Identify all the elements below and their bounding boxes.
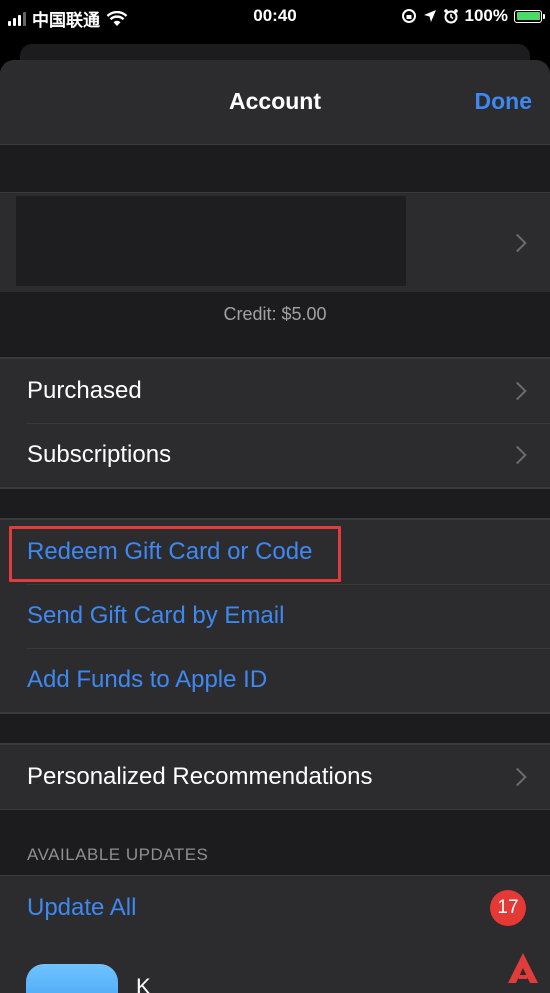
purchases-group: Purchased Subscriptions	[0, 358, 550, 488]
orientation-lock-icon	[401, 9, 416, 23]
alarm-icon	[443, 9, 458, 24]
send-gift-card-row[interactable]: Send Gift Card by Email	[0, 584, 550, 648]
chevron-right-icon	[508, 767, 527, 787]
location-icon	[423, 10, 436, 22]
add-funds-row[interactable]: Add Funds to Apple ID	[0, 648, 550, 712]
navigation-bar: Account Done	[0, 60, 550, 145]
update-all-label: Update All	[27, 894, 137, 921]
redeem-gift-card-row[interactable]: Redeem Gift Card or Code	[0, 520, 550, 584]
subscriptions-row[interactable]: Subscriptions	[0, 423, 550, 487]
app-name: K	[136, 974, 151, 993]
app-update-row[interactable]: K	[0, 940, 550, 993]
purchased-label: Purchased	[27, 377, 142, 404]
gift-card-group: Redeem Gift Card or Code Send Gift Card …	[0, 519, 550, 713]
update-all-row[interactable]: Update All 17	[0, 876, 550, 940]
account-profile-row[interactable]	[0, 193, 550, 292]
chevron-right-icon	[508, 381, 527, 401]
section-spacer	[0, 488, 550, 519]
chevron-right-icon	[508, 445, 527, 465]
section-spacer	[0, 713, 550, 744]
section-spacer	[0, 145, 550, 193]
app-icon	[26, 964, 118, 993]
chevron-right-icon	[508, 233, 527, 252]
done-button[interactable]: Done	[475, 88, 533, 115]
credit-section: Credit: $5.00	[0, 292, 550, 358]
personalized-recommendations-label: Personalized Recommendations	[27, 763, 373, 790]
account-sheet: Account Done Credit: $5.00 Purchased Sub…	[0, 60, 550, 993]
credit-balance: Credit: $5.00	[223, 304, 327, 324]
add-funds-label: Add Funds to Apple ID	[27, 666, 268, 693]
logo-watermark-icon	[508, 953, 538, 983]
highlight-annotation	[9, 526, 341, 582]
status-right: 100%	[401, 6, 545, 26]
recommendations-group: Personalized Recommendations	[0, 744, 550, 810]
battery-percent: 100%	[464, 6, 508, 25]
subscriptions-label: Subscriptions	[27, 441, 172, 468]
redacted-account-info	[16, 196, 406, 286]
status-bar: 中国联通 00:40 100%	[0, 0, 550, 34]
updates-count-badge: 17	[490, 890, 526, 926]
available-updates-header: AVAILABLE UPDATES	[0, 810, 550, 875]
updates-group: Update All 17 K	[0, 875, 550, 993]
battery-icon	[514, 9, 545, 23]
available-updates-title: AVAILABLE UPDATES	[27, 845, 209, 864]
page-title: Account	[229, 88, 321, 114]
send-gift-card-label: Send Gift Card by Email	[27, 602, 285, 629]
personalized-recommendations-row[interactable]: Personalized Recommendations	[0, 745, 550, 809]
purchased-row[interactable]: Purchased	[0, 359, 550, 423]
